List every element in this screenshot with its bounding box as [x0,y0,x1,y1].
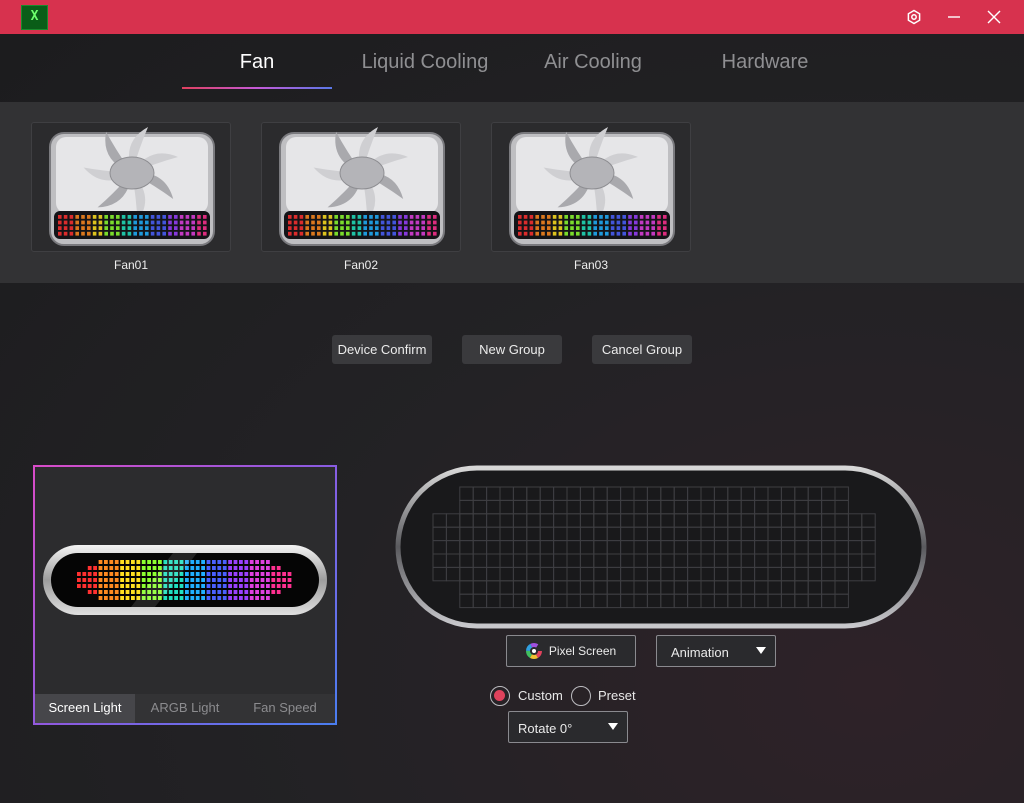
new-group-button[interactable]: New Group [462,335,562,364]
pixel-screen-button[interactable]: Pixel Screen [506,635,636,667]
gear-icon [907,9,921,25]
fan-device-image [49,127,215,246]
custom-label: Custom [518,688,563,703]
tab-screen-light[interactable]: Screen Light [35,694,135,723]
app-logo-icon: X [21,5,48,30]
settings-button[interactable] [902,5,926,29]
fan-device-image [279,127,445,246]
tab-hardware[interactable]: Hardware [690,48,840,78]
color-wheel-icon [525,643,542,659]
dropdown-arrow-icon [756,647,766,654]
tab-fan-speed[interactable]: Fan Speed [235,694,335,723]
minimize-button[interactable] [942,5,966,29]
cancel-group-button[interactable]: Cancel Group [592,335,692,364]
active-tab-indicator [182,87,332,89]
main-area: Fan Liquid Cooling Air Cooling Hardware … [0,34,1024,803]
fan-card[interactable] [31,122,231,252]
tab-liquid-cooling[interactable]: Liquid Cooling [350,48,500,78]
close-icon [987,10,1001,24]
mode-radio-group: Custom Preset [490,685,650,707]
tab-air-cooling[interactable]: Air Cooling [518,48,668,78]
light-panel-tabs: Screen Light ARGB Light Fan Speed [35,694,335,723]
pixel-screen-label: Pixel Screen [548,644,617,658]
minimize-icon [948,16,960,18]
rotate-select-value: Rotate 0° [518,721,573,736]
screen-light-preview-image [43,545,327,615]
custom-radio[interactable] [490,686,510,706]
fan-device-image [509,127,675,246]
fan-label: Fan03 [573,258,609,272]
title-bar: X [0,0,1024,34]
fan-card[interactable] [261,122,461,252]
preset-radio[interactable] [571,686,591,706]
preset-label: Preset [598,688,636,703]
fan-device-strip: Fan01 Fan02 Fan03 [0,102,1024,283]
fan-label: Fan02 [343,258,379,272]
fan-label: Fan01 [113,258,149,272]
dropdown-arrow-icon [608,723,618,730]
tab-fan[interactable]: Fan [182,48,332,78]
device-confirm-button[interactable]: Device Confirm [332,335,432,364]
tab-argb-light[interactable]: ARGB Light [135,694,235,723]
animation-select[interactable]: Animation [656,635,776,667]
fan-card[interactable] [491,122,691,252]
animation-select-value: Animation [671,645,729,660]
rotate-select[interactable]: Rotate 0° [508,711,628,743]
light-preview-panel: Screen Light ARGB Light Fan Speed [33,465,337,725]
close-button[interactable] [982,5,1006,29]
pixel-screen-editor[interactable] [395,465,927,629]
